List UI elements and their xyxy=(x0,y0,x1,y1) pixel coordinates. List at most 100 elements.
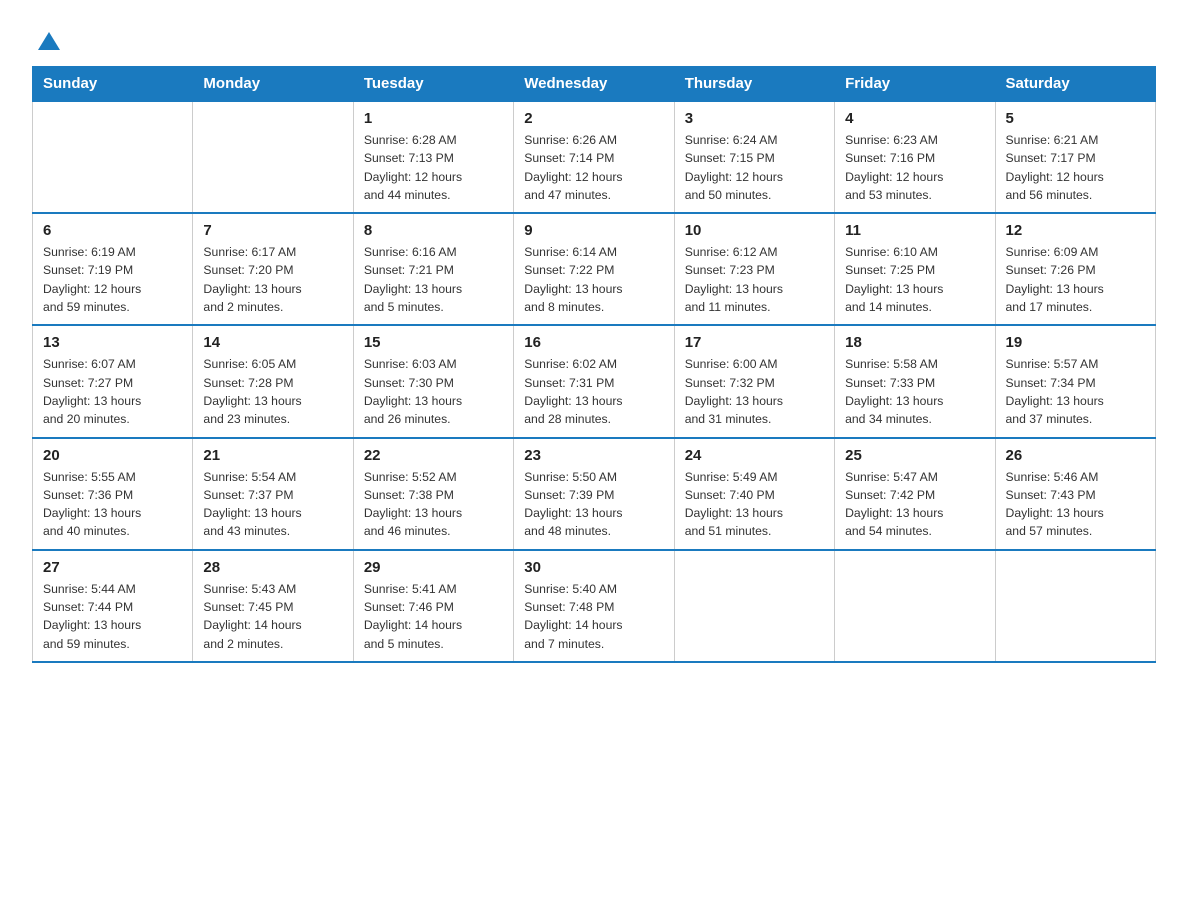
day-cell: 26 Sunrise: 5:46 AMSunset: 7:43 PMDayligh… xyxy=(995,438,1155,550)
day-number: 4 xyxy=(845,110,984,127)
day-info: Sunrise: 6:03 AMSunset: 7:30 PMDaylight:… xyxy=(364,355,503,428)
day-info: Sunrise: 6:00 AMSunset: 7:32 PMDaylight:… xyxy=(685,355,824,428)
day-number: 30 xyxy=(524,559,663,576)
day-number: 9 xyxy=(524,222,663,239)
day-info: Sunrise: 5:46 AMSunset: 7:43 PMDaylight:… xyxy=(1006,468,1145,541)
day-info: Sunrise: 5:58 AMSunset: 7:33 PMDaylight:… xyxy=(845,355,984,428)
day-info: Sunrise: 6:17 AMSunset: 7:20 PMDaylight:… xyxy=(203,243,342,316)
day-cell: 4 Sunrise: 6:23 AMSunset: 7:16 PMDaylight… xyxy=(835,101,995,213)
day-number: 3 xyxy=(685,110,824,127)
day-cell: 7 Sunrise: 6:17 AMSunset: 7:20 PMDaylight… xyxy=(193,213,353,325)
day-cell: 16 Sunrise: 6:02 AMSunset: 7:31 PMDayligh… xyxy=(514,325,674,437)
day-cell: 23 Sunrise: 5:50 AMSunset: 7:39 PMDayligh… xyxy=(514,438,674,550)
day-cell: 9Sunrise: 6:14 AMSunset: 7:22 PMDaylight… xyxy=(514,213,674,325)
day-number: 25 xyxy=(845,447,984,464)
day-info: Sunrise: 5:55 AMSunset: 7:36 PMDaylight:… xyxy=(43,468,182,541)
calendar-body: 1Sunrise: 6:28 AMSunset: 7:13 PMDaylight… xyxy=(33,101,1156,662)
logo xyxy=(32,24,64,48)
day-info: Sunrise: 5:52 AMSunset: 7:38 PMDaylight:… xyxy=(364,468,503,541)
day-info: Sunrise: 6:09 AMSunset: 7:26 PMDaylight:… xyxy=(1006,243,1145,316)
day-number: 11 xyxy=(845,222,984,239)
day-number: 24 xyxy=(685,447,824,464)
day-cell: 27 Sunrise: 5:44 AMSunset: 7:44 PMDayligh… xyxy=(33,550,193,662)
day-number: 19 xyxy=(1006,334,1145,351)
day-number: 16 xyxy=(524,334,663,351)
day-cell: 10 Sunrise: 6:12 AMSunset: 7:23 PMDayligh… xyxy=(674,213,834,325)
day-number: 17 xyxy=(685,334,824,351)
day-cell: 18 Sunrise: 5:58 AMSunset: 7:33 PMDayligh… xyxy=(835,325,995,437)
day-info: Sunrise: 6:21 AMSunset: 7:17 PMDaylight:… xyxy=(1006,131,1145,204)
day-info: Sunrise: 5:50 AMSunset: 7:39 PMDaylight:… xyxy=(524,468,663,541)
day-info: Sunrise: 6:19 AMSunset: 7:19 PMDaylight:… xyxy=(43,243,182,316)
header-cell-thursday: Thursday xyxy=(674,67,834,102)
day-number: 29 xyxy=(364,559,503,576)
day-cell: 25 Sunrise: 5:47 AMSunset: 7:42 PMDayligh… xyxy=(835,438,995,550)
day-info: Sunrise: 6:16 AMSunset: 7:21 PMDaylight:… xyxy=(364,243,503,316)
week-row-5: 27 Sunrise: 5:44 AMSunset: 7:44 PMDayligh… xyxy=(33,550,1156,662)
day-cell: 30 Sunrise: 5:40 AMSunset: 7:48 PMDayligh… xyxy=(514,550,674,662)
page-header xyxy=(32,24,1156,48)
day-number: 18 xyxy=(845,334,984,351)
day-info: Sunrise: 5:44 AMSunset: 7:44 PMDaylight:… xyxy=(43,580,182,653)
day-number: 22 xyxy=(364,447,503,464)
day-number: 14 xyxy=(203,334,342,351)
logo-icon xyxy=(34,24,64,54)
week-row-3: 13Sunrise: 6:07 AMSunset: 7:27 PMDayligh… xyxy=(33,325,1156,437)
day-number: 23 xyxy=(524,447,663,464)
day-cell: 21Sunrise: 5:54 AMSunset: 7:37 PMDayligh… xyxy=(193,438,353,550)
day-info: Sunrise: 6:02 AMSunset: 7:31 PMDaylight:… xyxy=(524,355,663,428)
week-row-1: 1Sunrise: 6:28 AMSunset: 7:13 PMDaylight… xyxy=(33,101,1156,213)
day-cell: 24 Sunrise: 5:49 AMSunset: 7:40 PMDayligh… xyxy=(674,438,834,550)
day-cell: 6 Sunrise: 6:19 AMSunset: 7:19 PMDaylight… xyxy=(33,213,193,325)
day-cell: 19 Sunrise: 5:57 AMSunset: 7:34 PMDayligh… xyxy=(995,325,1155,437)
day-number: 10 xyxy=(685,222,824,239)
day-info: Sunrise: 5:57 AMSunset: 7:34 PMDaylight:… xyxy=(1006,355,1145,428)
day-info: Sunrise: 5:40 AMSunset: 7:48 PMDaylight:… xyxy=(524,580,663,653)
day-number: 12 xyxy=(1006,222,1145,239)
day-cell: 3 Sunrise: 6:24 AMSunset: 7:15 PMDaylight… xyxy=(674,101,834,213)
day-cell: 20 Sunrise: 5:55 AMSunset: 7:36 PMDayligh… xyxy=(33,438,193,550)
day-number: 8 xyxy=(364,222,503,239)
day-cell: 28 Sunrise: 5:43 AMSunset: 7:45 PMDayligh… xyxy=(193,550,353,662)
calendar-header: SundayMondayTuesdayWednesdayThursdayFrid… xyxy=(33,67,1156,102)
day-cell xyxy=(674,550,834,662)
day-info: Sunrise: 5:49 AMSunset: 7:40 PMDaylight:… xyxy=(685,468,824,541)
day-number: 27 xyxy=(43,559,182,576)
day-number: 20 xyxy=(43,447,182,464)
day-number: 26 xyxy=(1006,447,1145,464)
day-info: Sunrise: 6:24 AMSunset: 7:15 PMDaylight:… xyxy=(685,131,824,204)
header-cell-tuesday: Tuesday xyxy=(353,67,513,102)
day-info: Sunrise: 5:43 AMSunset: 7:45 PMDaylight:… xyxy=(203,580,342,653)
day-info: Sunrise: 6:12 AMSunset: 7:23 PMDaylight:… xyxy=(685,243,824,316)
day-info: Sunrise: 6:05 AMSunset: 7:28 PMDaylight:… xyxy=(203,355,342,428)
header-row: SundayMondayTuesdayWednesdayThursdayFrid… xyxy=(33,67,1156,102)
calendar-table: SundayMondayTuesdayWednesdayThursdayFrid… xyxy=(32,66,1156,663)
day-info: Sunrise: 6:23 AMSunset: 7:16 PMDaylight:… xyxy=(845,131,984,204)
day-cell xyxy=(995,550,1155,662)
header-cell-saturday: Saturday xyxy=(995,67,1155,102)
day-info: Sunrise: 6:10 AMSunset: 7:25 PMDaylight:… xyxy=(845,243,984,316)
day-cell: 5 Sunrise: 6:21 AMSunset: 7:17 PMDaylight… xyxy=(995,101,1155,213)
day-cell: 2 Sunrise: 6:26 AMSunset: 7:14 PMDaylight… xyxy=(514,101,674,213)
header-cell-wednesday: Wednesday xyxy=(514,67,674,102)
day-cell: 14 Sunrise: 6:05 AMSunset: 7:28 PMDayligh… xyxy=(193,325,353,437)
day-number: 7 xyxy=(203,222,342,239)
header-cell-monday: Monday xyxy=(193,67,353,102)
day-info: Sunrise: 6:07 AMSunset: 7:27 PMDaylight:… xyxy=(43,355,182,428)
day-number: 5 xyxy=(1006,110,1145,127)
day-number: 28 xyxy=(203,559,342,576)
day-info: Sunrise: 5:54 AMSunset: 7:37 PMDaylight:… xyxy=(203,468,342,541)
day-cell: 11 Sunrise: 6:10 AMSunset: 7:25 PMDayligh… xyxy=(835,213,995,325)
day-cell: 8 Sunrise: 6:16 AMSunset: 7:21 PMDaylight… xyxy=(353,213,513,325)
day-info: Sunrise: 6:26 AMSunset: 7:14 PMDaylight:… xyxy=(524,131,663,204)
day-cell xyxy=(193,101,353,213)
week-row-4: 20 Sunrise: 5:55 AMSunset: 7:36 PMDayligh… xyxy=(33,438,1156,550)
day-cell: 29 Sunrise: 5:41 AMSunset: 7:46 PMDayligh… xyxy=(353,550,513,662)
day-cell: 17 Sunrise: 6:00 AMSunset: 7:32 PMDayligh… xyxy=(674,325,834,437)
day-info: Sunrise: 5:41 AMSunset: 7:46 PMDaylight:… xyxy=(364,580,503,653)
week-row-2: 6 Sunrise: 6:19 AMSunset: 7:19 PMDaylight… xyxy=(33,213,1156,325)
day-cell: 15Sunrise: 6:03 AMSunset: 7:30 PMDayligh… xyxy=(353,325,513,437)
day-number: 2 xyxy=(524,110,663,127)
day-info: Sunrise: 5:47 AMSunset: 7:42 PMDaylight:… xyxy=(845,468,984,541)
day-number: 6 xyxy=(43,222,182,239)
